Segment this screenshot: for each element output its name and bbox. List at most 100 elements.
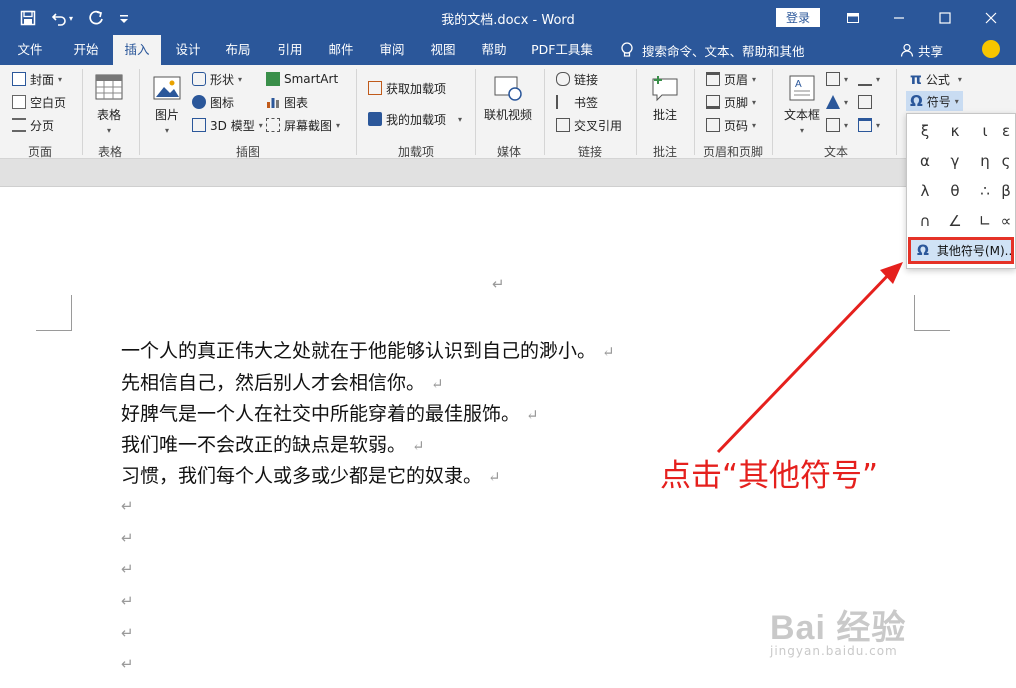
- wordart-button[interactable]: ▾: [826, 92, 848, 112]
- ribbon-tabs: 文件 开始 插入 设计 布局 引用 邮件 审阅 视图 帮助 PDF工具集 搜索命…: [0, 35, 1016, 65]
- equation-button[interactable]: π 公式 ▾: [910, 69, 962, 89]
- ribbon-display-options-button[interactable]: [830, 0, 876, 35]
- close-button[interactable]: [968, 0, 1014, 35]
- symbol-cell[interactable]: θ: [939, 176, 971, 206]
- header-label: 页眉: [724, 72, 749, 87]
- symbol-cell[interactable]: ξ: [909, 116, 941, 146]
- tell-me-label: 搜索命令、文本、帮助和其他: [642, 43, 805, 59]
- textbox-label: 文本框: [784, 108, 821, 122]
- symbol-cell[interactable]: ∝: [997, 206, 1015, 236]
- smartart-label: SmartArt: [284, 72, 339, 86]
- drop-cap-button[interactable]: ▾: [826, 115, 848, 135]
- document-line[interactable]: 先相信自己，然后别人才会相信你。 ↵: [121, 367, 444, 399]
- login-button[interactable]: 登录: [776, 8, 820, 27]
- group-label-pages: 页面: [27, 145, 52, 159]
- group-label-header-footer: 页眉和页脚: [702, 145, 763, 159]
- symbol-cell[interactable]: ∩: [909, 206, 941, 236]
- online-video-button[interactable]: 联机视频: [484, 73, 532, 123]
- object-button[interactable]: ▾: [858, 115, 880, 135]
- tab-review[interactable]: 审阅: [369, 35, 415, 65]
- close-icon: [985, 12, 997, 23]
- table-button[interactable]: 表格 ▾: [94, 73, 124, 135]
- bookmark-label: 书签: [574, 95, 599, 110]
- share-button[interactable]: 共享: [900, 35, 943, 65]
- date-time-button[interactable]: [858, 92, 872, 112]
- symbol-button[interactable]: Ω 符号 ▾: [906, 91, 963, 111]
- signature-icon: [858, 72, 872, 86]
- picture-icon: [153, 76, 181, 100]
- cover-page-button[interactable]: 封面 ▾: [12, 69, 62, 89]
- smartart-button[interactable]: SmartArt: [266, 69, 338, 89]
- symbol-cell[interactable]: α: [909, 146, 941, 176]
- symbol-cell[interactable]: β: [997, 176, 1015, 206]
- symbol-cell[interactable]: κ: [939, 116, 971, 146]
- bookmark-icon: [556, 95, 570, 109]
- tab-mailings[interactable]: 邮件: [318, 35, 364, 65]
- group-separator: [356, 69, 357, 155]
- undo-button[interactable]: ▾: [44, 7, 80, 29]
- symbol-cell[interactable]: λ: [909, 176, 941, 206]
- chart-button[interactable]: 图表: [266, 92, 308, 112]
- symbol-cell[interactable]: ς: [997, 146, 1015, 176]
- tab-references[interactable]: 引用: [267, 35, 313, 65]
- group-separator: [139, 69, 140, 155]
- picture-button[interactable]: 图片 ▾: [152, 73, 182, 135]
- tab-help[interactable]: 帮助: [471, 35, 517, 65]
- ribbon-display-icon: [847, 12, 859, 23]
- tab-view[interactable]: 视图: [420, 35, 466, 65]
- get-addins-button[interactable]: 获取加载项: [368, 78, 446, 98]
- blank-page-button[interactable]: 空白页: [12, 92, 66, 112]
- symbol-cell[interactable]: ε: [997, 116, 1015, 146]
- watermark-logo: Bai 经验: [770, 609, 907, 647]
- tab-home[interactable]: 开始: [62, 35, 110, 65]
- minimize-button[interactable]: [876, 0, 922, 35]
- document-line[interactable]: 一个人的真正伟大之处就在于他能够认识到自己的渺小。 ↵: [121, 335, 615, 367]
- quick-parts-button[interactable]: ▾: [826, 69, 848, 89]
- my-addins-button[interactable]: 我的加载项 ▾: [368, 109, 462, 129]
- tell-me-search[interactable]: 搜索命令、文本、帮助和其他: [620, 35, 805, 65]
- group-separator: [772, 69, 773, 155]
- symbol-cell[interactable]: γ: [939, 146, 971, 176]
- store-icon: [368, 81, 382, 95]
- tab-design[interactable]: 设计: [165, 35, 211, 65]
- document-line[interactable]: 好脾气是一个人在社交中所能穿着的最佳服饰。 ↵: [121, 398, 539, 430]
- textbox-button[interactable]: A 文本框 ▾: [784, 73, 820, 135]
- redo-icon: [89, 10, 103, 25]
- page-number-button[interactable]: 页码 ▾: [706, 115, 756, 135]
- tab-insert[interactable]: 插入: [113, 35, 161, 65]
- shapes-button[interactable]: 形状 ▾: [192, 69, 242, 89]
- 3d-model-button[interactable]: 3D 模型 ▾: [192, 115, 263, 135]
- tab-file[interactable]: 文件: [8, 35, 52, 65]
- maximize-button[interactable]: [922, 0, 968, 35]
- shapes-icon: [192, 72, 206, 86]
- video-icon: [494, 76, 522, 101]
- redo-button[interactable]: [84, 7, 108, 29]
- customize-icon: [120, 15, 128, 23]
- tab-layout[interactable]: 布局: [215, 35, 261, 65]
- document-line[interactable]: 我们唯一不会改正的缺点是软弱。 ↵: [121, 429, 425, 461]
- symbol-cell[interactable]: ∠: [939, 206, 971, 236]
- comment-button[interactable]: 批注: [650, 73, 680, 123]
- margin-corner-left: [36, 295, 72, 331]
- picture-label: 图片: [154, 108, 179, 122]
- feedback-smiley-icon[interactable]: [982, 40, 1000, 58]
- icons-button[interactable]: 图标: [192, 92, 234, 112]
- cross-reference-button[interactable]: 交叉引用: [556, 115, 622, 135]
- empty-paragraph-mark: ↵: [121, 560, 134, 578]
- person-icon: [900, 43, 914, 57]
- screenshot-button[interactable]: 屏幕截图 ▾: [266, 115, 340, 135]
- signature-line-button[interactable]: ▾: [858, 69, 880, 89]
- equation-label: 公式: [925, 72, 950, 87]
- group-label-tables: 表格: [97, 145, 122, 159]
- bookmark-button[interactable]: 书签: [556, 92, 598, 112]
- save-button[interactable]: [16, 7, 40, 29]
- addin-icon: [368, 112, 382, 126]
- page-break-button[interactable]: 分页: [12, 115, 54, 135]
- document-line[interactable]: 习惯，我们每个人或多或少都是它的奴隶。 ↵: [121, 460, 501, 492]
- more-symbols-button[interactable]: Ω 其他符号(M)...: [908, 237, 1014, 264]
- customize-toolbar-button[interactable]: [112, 7, 136, 29]
- header-button[interactable]: 页眉 ▾: [706, 69, 756, 89]
- footer-button[interactable]: 页脚 ▾: [706, 92, 756, 112]
- tab-pdf-tools[interactable]: PDF工具集: [525, 35, 599, 65]
- link-button[interactable]: 链接: [556, 69, 598, 89]
